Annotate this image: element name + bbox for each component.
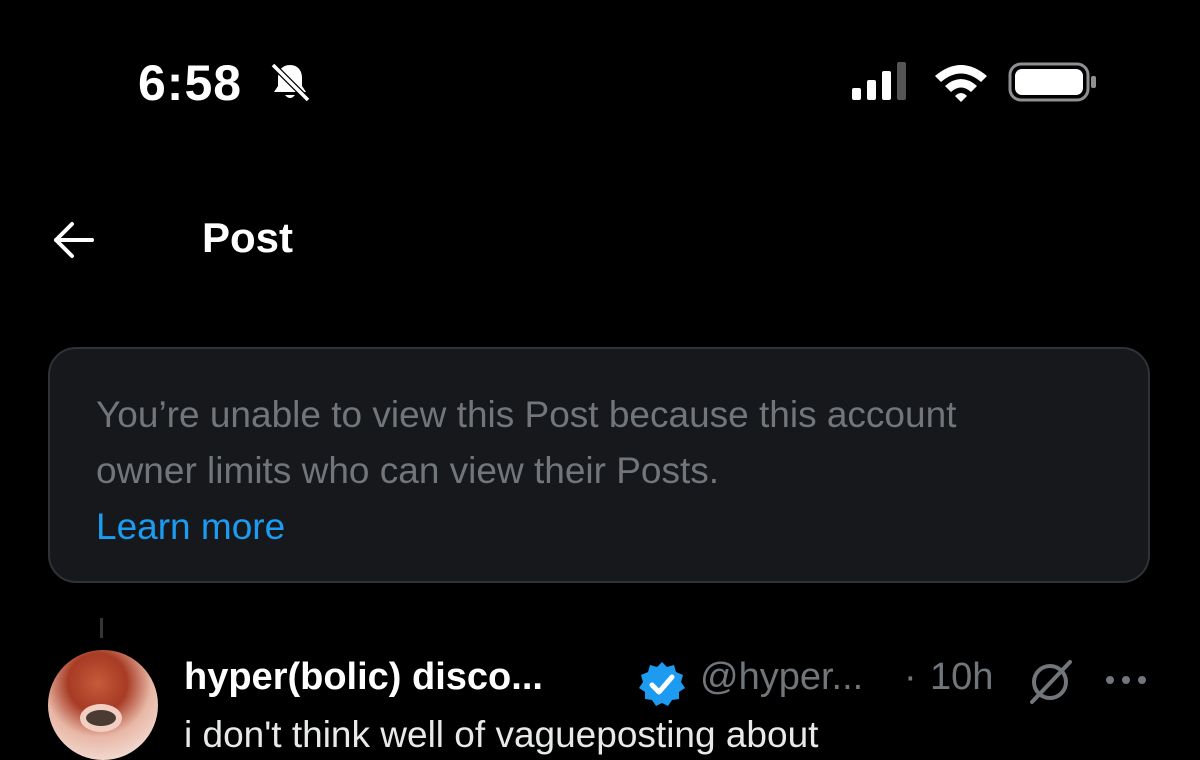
post-item[interactable]: hyper(bolic) disco... @hyper... · 10h i … (0, 648, 1200, 760)
verified-badge-icon (639, 662, 685, 706)
top-nav-bar: Post (0, 200, 1200, 280)
arrow-left-icon[interactable] (52, 220, 96, 260)
notice-message: You’re unable to view this Post because … (96, 387, 1056, 555)
author-handle[interactable]: @hyper... (700, 656, 863, 699)
avatar-image-detail (86, 710, 116, 726)
notice-message-text: You’re unable to view this Post because … (96, 394, 957, 491)
bell-off-icon (270, 62, 311, 103)
author-name[interactable]: hyper(bolic) disco... (184, 656, 543, 699)
more-options-icon[interactable] (1104, 670, 1148, 690)
status-bar: 6:58 (0, 0, 1200, 160)
page-title: Post (202, 214, 294, 261)
status-time: 6:58 (138, 55, 243, 111)
post-text: i don't think well of vagueposting about (184, 714, 819, 755)
learn-more-link[interactable]: Learn more (96, 499, 1056, 555)
grok-icon[interactable] (1026, 658, 1074, 706)
separator-dot: · (904, 656, 917, 698)
battery-icon (1008, 62, 1096, 102)
wifi-icon (935, 65, 987, 102)
cellular-signal-icon (852, 62, 906, 100)
post-timestamp[interactable]: 10h (930, 656, 993, 699)
avatar[interactable] (48, 650, 158, 760)
thread-connector-line (100, 618, 103, 638)
unavailable-post-notice: You’re unable to view this Post because … (48, 347, 1150, 583)
